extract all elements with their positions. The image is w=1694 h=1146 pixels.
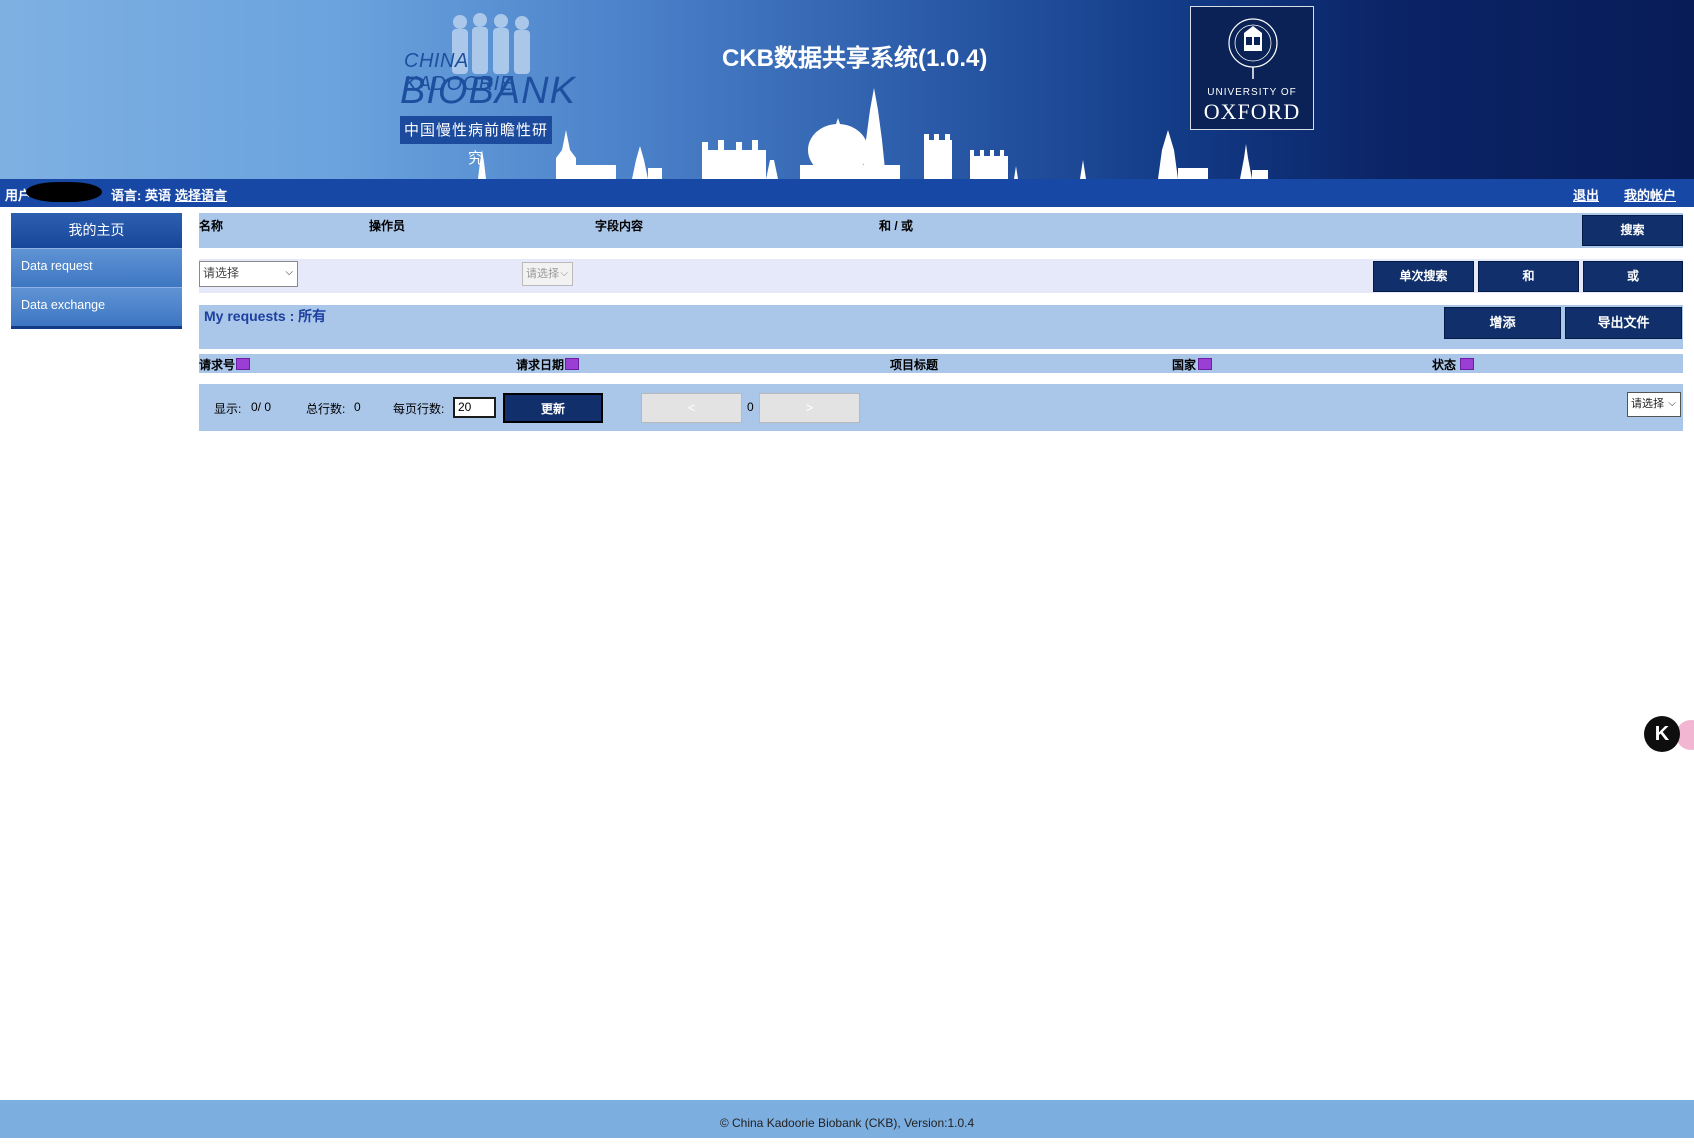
oxford-crest-icon xyxy=(1228,18,1278,79)
header-banner: CHINA KADOORIE BIOBANK 中国慢性病前瞻性研究 CKB数据共… xyxy=(0,0,1694,179)
pager: 显示: 0/ 0 总行数: 0 每页行数: 20 更新 < 0 > 请选择 ⌵ xyxy=(199,384,1683,431)
logo-text-line2: BIOBANK xyxy=(400,70,576,112)
column-request-date[interactable]: 请求日期 xyxy=(516,356,564,373)
column-project-title[interactable]: 项目标题 xyxy=(890,356,938,373)
redacted-username xyxy=(26,182,102,202)
rows-per-page-input[interactable]: 20 xyxy=(453,397,496,418)
sort-icon[interactable] xyxy=(565,358,579,370)
name-select[interactable]: 请选择 ⌵ xyxy=(199,261,298,287)
floating-widget-button[interactable]: K xyxy=(1644,716,1680,752)
sidebar-item-data-exchange[interactable]: Data exchange xyxy=(11,287,182,326)
operator-select-value: 请选择 xyxy=(526,268,559,280)
operator-select[interactable]: 请选择 ⌵ xyxy=(522,262,573,286)
sidebar: 我的主页 Data request Data exchange xyxy=(11,213,182,329)
oxford-logo: UNIVERSITY OF OXFORD xyxy=(1190,6,1314,130)
and-button[interactable]: 和 xyxy=(1478,261,1579,292)
system-title: CKB数据共享系统(1.0.4) xyxy=(722,45,988,72)
filter-col-operator: 操作员 xyxy=(369,219,406,233)
sort-icon[interactable] xyxy=(1460,358,1474,370)
filter-col-field-content: 字段内容 xyxy=(595,219,644,233)
column-country[interactable]: 国家 xyxy=(1172,356,1196,373)
display-label: 显示: xyxy=(214,402,242,416)
or-button[interactable]: 或 xyxy=(1583,261,1683,292)
add-button[interactable]: 增添 xyxy=(1444,307,1561,339)
oxford-university-of: UNIVERSITY OF xyxy=(1207,87,1297,98)
footer-text: © China Kadoorie Biobank (CKB), Version:… xyxy=(719,1116,975,1130)
user-bar: 用户 语言: 英语 选择语言 退出 我的帐户 xyxy=(0,179,1694,207)
oxford-name: OXFORD xyxy=(1203,99,1301,124)
next-page-button[interactable]: > xyxy=(759,393,860,423)
column-request-no[interactable]: 请求号 xyxy=(199,356,235,373)
footer: © China Kadoorie Biobank (CKB), Version:… xyxy=(0,1100,1694,1138)
logout-link[interactable]: 退出 xyxy=(1573,185,1599,204)
total-rows-value: 0 xyxy=(354,400,361,414)
sort-icon[interactable] xyxy=(236,358,250,370)
column-status[interactable]: 状态 xyxy=(1432,356,1456,373)
table-header: 请求号 请求日期 项目标题 国家 状态 xyxy=(199,354,1683,373)
rows-per-page-label: 每页行数: xyxy=(393,402,445,416)
page-number: 0 xyxy=(747,400,754,414)
prev-page-button[interactable]: < xyxy=(641,393,742,423)
filter-col-and-or: 和 / 或 xyxy=(879,219,914,233)
chevron-down-icon: ⌵ xyxy=(1668,398,1676,409)
update-button[interactable]: 更新 xyxy=(503,393,603,423)
filter-col-name: 名称 xyxy=(199,219,224,233)
ckb-logo: CHINA KADOORIE BIOBANK 中国慢性病前瞻性研究 xyxy=(398,12,575,167)
chevron-down-icon: ⌵ xyxy=(285,267,293,278)
name-select-value: 请选择 xyxy=(203,266,240,280)
filter-select-row: 请选择 ⌵ 请选择 ⌵ 单次搜索 和 或 xyxy=(199,259,1683,293)
display-value: 0/ 0 xyxy=(251,400,272,414)
choose-language-link[interactable]: 选择语言 xyxy=(175,185,227,204)
sort-icon[interactable] xyxy=(1198,358,1212,370)
requests-header: My requests : 所有 增添 导出文件 xyxy=(199,305,1683,349)
total-rows-label: 总行数: xyxy=(306,402,346,416)
page-select[interactable]: 请选择 ⌵ xyxy=(1627,392,1681,417)
my-account-link[interactable]: 我的帐户 xyxy=(1624,185,1676,204)
city-skyline-graphic xyxy=(478,88,1268,179)
filter-header-row: 名称 操作员 字段内容 和 / 或 搜索 xyxy=(199,213,1683,248)
language-label: 语言: 英语 xyxy=(111,188,171,203)
sidebar-item-data-request[interactable]: Data request xyxy=(11,248,182,287)
sidebar-title[interactable]: 我的主页 xyxy=(11,213,182,248)
search-button[interactable]: 搜索 xyxy=(1582,215,1683,246)
single-search-button[interactable]: 单次搜索 xyxy=(1373,261,1474,292)
requests-title: My requests : 所有 xyxy=(204,308,327,324)
export-button[interactable]: 导出文件 xyxy=(1565,307,1682,339)
page-select-value: 请选择 xyxy=(1631,398,1664,410)
chevron-down-icon: ⌵ xyxy=(560,268,568,279)
logo-chinese-text: 中国慢性病前瞻性研究 xyxy=(400,116,552,167)
